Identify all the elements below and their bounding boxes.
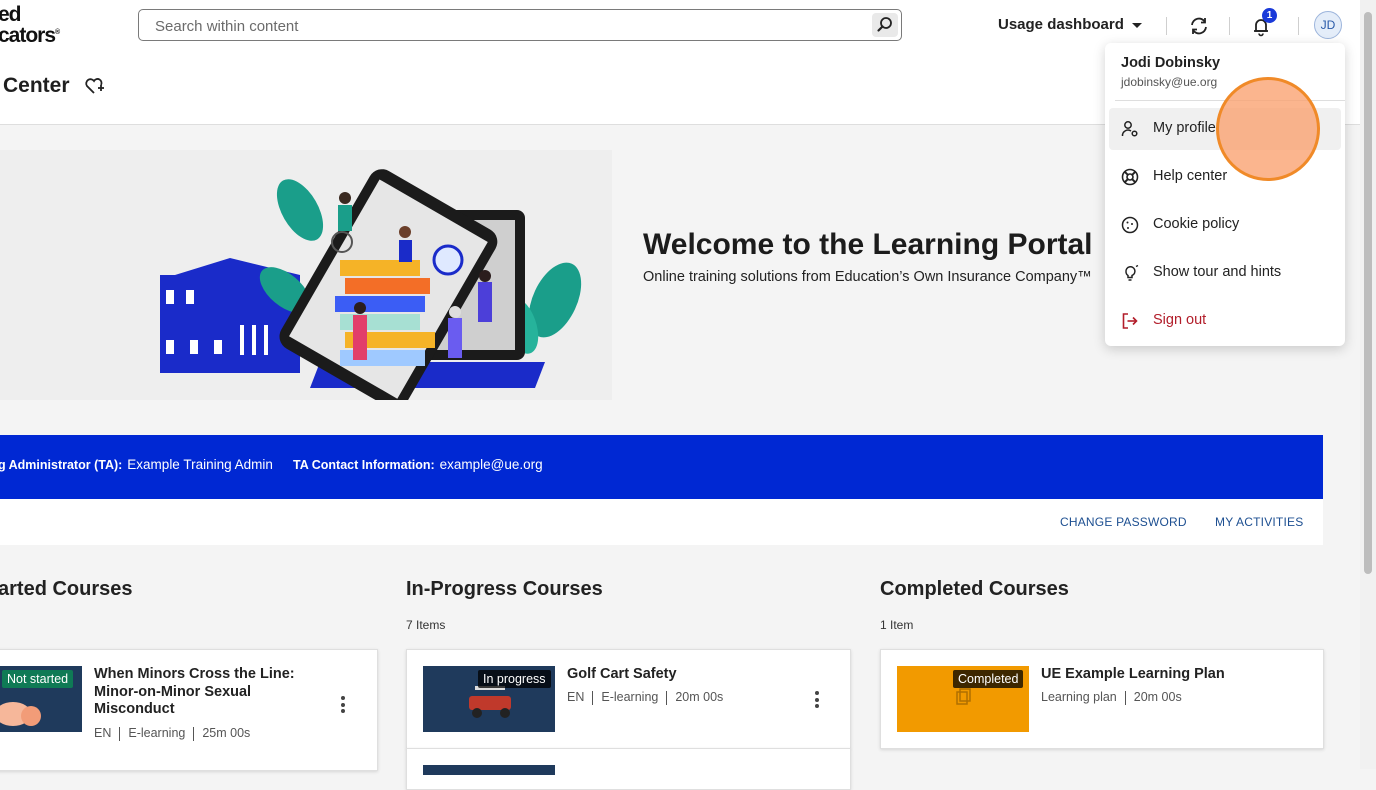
search-box: [138, 9, 902, 41]
click-indicator: [1216, 77, 1320, 181]
notification-badge: 1: [1262, 8, 1277, 23]
status-badge: In progress: [478, 670, 551, 688]
welcome-title: Welcome to the Learning Portal: [643, 228, 1093, 261]
lightbulb-icon: [1125, 264, 1139, 281]
course-meta: EN E-learning 20m 00s: [567, 690, 723, 705]
menu-item-label: Help center: [1153, 168, 1228, 184]
search-input[interactable]: [153, 17, 857, 36]
lifebuoy-icon: [1121, 168, 1139, 186]
course-title[interactable]: Golf Cart Safety: [567, 666, 677, 684]
course-card[interactable]: In progress Golf Cart Safety EN E-learnin…: [406, 649, 851, 749]
course-thumbnail: [423, 765, 555, 775]
completed-count: 1 Item: [880, 618, 914, 632]
scrollbar-thumb[interactable]: [1364, 12, 1372, 574]
menu-user-email: jdobinsky@ue.org: [1121, 75, 1218, 89]
ta-admin: g Administrator (TA): Example Training Ad…: [0, 457, 273, 472]
course-meta: Learning plan 20m 00s: [1041, 690, 1182, 705]
user-menu: Jodi Dobinsky jdobinsky@ue.org My profil…: [1105, 43, 1345, 346]
page-title: Center: [3, 74, 70, 97]
menu-item-show-tour[interactable]: Show tour and hints: [1109, 252, 1341, 294]
course-duration: 25m 00s: [202, 726, 251, 740]
search-icon: [877, 17, 892, 32]
search-button[interactable]: [872, 13, 898, 37]
divider: [1298, 17, 1299, 35]
ta-contact: TA Contact Information: example@ue.org: [293, 457, 543, 472]
logo[interactable]: ed cators®: [0, 4, 60, 46]
divider: [1166, 17, 1167, 35]
menu-item-label: Cookie policy: [1153, 216, 1240, 232]
cookie-icon: [1121, 216, 1139, 234]
ta-contact-label: TA Contact Information:: [293, 458, 435, 472]
in-progress-count: 7 Items: [406, 618, 446, 632]
ta-admin-value: Example Training Admin: [127, 457, 273, 472]
menu-item-label: My profile: [1153, 120, 1216, 136]
course-meta: EN E-learning 25m 00s: [94, 726, 250, 741]
welcome-subtitle: Online training solutions from Education…: [643, 269, 1092, 285]
course-type: E-learning: [128, 726, 186, 740]
heart-plus-icon: [85, 78, 104, 94]
menu-user-name: Jodi Dobinsky: [1121, 55, 1221, 71]
favorite-button[interactable]: [84, 76, 106, 101]
completed-title: Completed Courses: [880, 578, 1069, 600]
menu-item-sign-out[interactable]: Sign out: [1109, 300, 1341, 342]
course-language: EN: [94, 726, 112, 740]
course-language: EN: [567, 690, 585, 704]
sign-out-icon: [1122, 313, 1138, 329]
course-type: E-learning: [601, 690, 659, 704]
sync-icon: [1191, 17, 1207, 35]
course-card[interactable]: Completed UE Example Learning Plan Learn…: [880, 649, 1324, 749]
training-admin-bar: g Administrator (TA): Example Training Ad…: [0, 435, 1323, 499]
not-started-title: arted Courses: [0, 578, 133, 600]
account-links-bar: CHANGE PASSWORD MY ACTIVITIES: [0, 499, 1323, 545]
menu-item-label: Sign out: [1153, 312, 1207, 328]
more-options-icon[interactable]: [341, 696, 345, 716]
caret-down-icon: [1131, 22, 1142, 28]
avatar[interactable]: JD: [1314, 11, 1342, 39]
menu-item-cookie-policy[interactable]: Cookie policy: [1109, 204, 1341, 246]
status-badge: Not started: [2, 670, 74, 688]
course-type: Learning plan: [1041, 690, 1117, 704]
course-title[interactable]: When Minors Cross the Line: Minor-on-Min…: [94, 666, 314, 719]
course-title[interactable]: UE Example Learning Plan: [1041, 666, 1225, 684]
course-duration: 20m 00s: [675, 690, 724, 704]
my-activities-link[interactable]: MY ACTIVITIES: [1215, 515, 1303, 529]
user-settings-icon: [1121, 121, 1138, 137]
divider: [1229, 17, 1230, 35]
in-progress-title: In-Progress Courses: [406, 578, 603, 600]
sync-button[interactable]: [1186, 13, 1212, 39]
course-duration: 20m 00s: [1133, 690, 1182, 704]
ta-contact-value[interactable]: example@ue.org: [440, 457, 543, 472]
usage-dashboard-label: Usage dashboard: [998, 16, 1124, 33]
ta-admin-label: g Administrator (TA):: [0, 458, 123, 472]
status-badge: Completed: [953, 670, 1024, 688]
usage-dashboard-dropdown[interactable]: Usage dashboard: [998, 16, 1142, 33]
course-card[interactable]: Not started When Minors Cross the Line: …: [0, 649, 378, 771]
learning-illustration: [160, 169, 582, 409]
hero-illustration: [0, 150, 612, 409]
change-password-link[interactable]: CHANGE PASSWORD: [1060, 515, 1187, 529]
more-options-icon[interactable]: [815, 691, 819, 711]
menu-item-label: Show tour and hints: [1153, 264, 1282, 280]
course-card[interactable]: [406, 748, 851, 790]
